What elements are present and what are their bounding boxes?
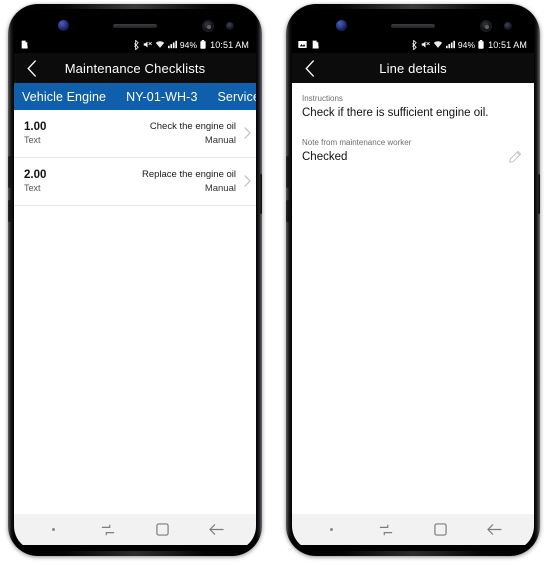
app-bar-left: Maintenance Checklists [14,53,256,83]
recents-icon[interactable] [373,517,399,543]
volume-button-right[interactable] [286,156,289,188]
earpiece-speaker [113,24,157,28]
bixby-button-left[interactable] [8,200,11,222]
proximity-sensor-icon [226,22,234,30]
battery-icon [200,40,206,49]
field-label: Instructions [302,94,343,103]
back-chevron-icon[interactable] [17,53,47,83]
breadcrumb-item-0: Vehicle Engine [22,89,107,104]
phone-screen-left: 94% 10:51 AM Maintenance Checklists Vehi… [14,9,256,551]
chevron-right-icon [244,126,251,141]
bluetooth-icon [411,39,418,50]
page-title: Line details [379,60,447,76]
bluetooth-icon [133,39,140,50]
battery-percent-label: 94% [457,39,476,50]
top-bezel-right [292,9,534,36]
power-button-left[interactable] [259,174,262,214]
image-icon [298,40,307,49]
top-bezel-left [14,9,256,36]
mute-icon [421,40,430,49]
chevron-right-icon [244,174,251,189]
back-arrow-icon[interactable] [204,517,230,543]
signal-icon [167,40,177,49]
row-meta: Manual [204,135,236,146]
row-right-block: Replace the engine oil Manual [46,168,248,195]
phone-left: 94% 10:51 AM Maintenance Checklists Vehi… [8,4,262,556]
home-square-icon[interactable] [149,517,175,543]
screenshot-icon [311,40,320,49]
row-meta: Manual [204,183,236,194]
app-bar-right: Line details [292,53,534,83]
back-arrow-icon[interactable] [482,517,508,543]
status-bar-right: 94% 10:51 AM [292,36,534,53]
row-left-block: 2.00 Text [24,168,46,195]
breadcrumb: Vehicle Engine NY-01-WH-3 Service [14,83,256,110]
mute-icon [143,40,152,49]
iris-sensor-icon [336,20,347,31]
battery-icon [478,40,484,49]
row-number: 2.00 [24,169,47,181]
field-value: Checked [302,151,348,163]
field-label: Note from maintenance worker [302,138,412,147]
field-value: Check if there is sufficient engine oil. [302,107,489,119]
front-camera-icon [480,20,492,32]
phone-right: 94% 10:51 AM Line details Instructions C… [286,4,540,556]
row-number: 1.00 [24,121,47,133]
status-bar-left: 94% 10:51 AM [14,36,256,53]
bixby-button-right[interactable] [286,200,289,222]
pencil-icon[interactable] [508,150,522,164]
screenshot-stage: 94% 10:51 AM Maintenance Checklists Vehi… [0,0,548,565]
row-title: Check the engine oil [149,121,236,132]
battery-percent-label: 94% [179,39,198,50]
proximity-sensor-icon [504,22,512,30]
page-title: Maintenance Checklists [64,60,206,76]
line-details-form: Instructions Check if there is sufficien… [292,83,534,165]
content-left: Vehicle Engine NY-01-WH-3 Service 1.00 T… [14,83,256,514]
clock-label: 10:51 AM [210,39,249,50]
field-note-from-maintenance-worker[interactable]: Note from maintenance worker Checked [302,137,524,165]
bottom-bezel-right [292,545,534,551]
phone-screen-right: 94% 10:51 AM Line details Instructions C… [292,9,534,551]
clock-label: 10:51 AM [488,39,527,50]
earpiece-speaker [391,24,435,28]
recents-icon[interactable] [95,517,121,543]
front-camera-icon [202,20,214,32]
wifi-icon [155,40,165,49]
volume-button-left[interactable] [8,156,11,188]
table-row[interactable]: 2.00 Text Replace the engine oil Manual [14,158,256,206]
content-right: Instructions Check if there is sufficien… [292,83,534,514]
back-chevron-icon[interactable] [295,53,325,83]
wifi-icon [433,40,443,49]
recents-dot-icon[interactable] [318,517,344,543]
row-right-block: Check the engine oil Manual [46,120,248,147]
row-type: Text [24,183,41,193]
screenshot-icon [20,40,29,49]
field-instructions: Instructions Check if there is sufficien… [302,93,524,121]
breadcrumb-item-2: Service [217,89,257,104]
table-row[interactable]: 1.00 Text Check the engine oil Manual [14,110,256,158]
checklist-list: 1.00 Text Check the engine oil Manual 2.… [14,110,256,206]
power-button-right[interactable] [537,174,540,214]
bottom-bezel-left [14,545,256,551]
signal-icon [445,40,455,49]
row-title: Replace the engine oil [141,169,236,180]
row-type: Text [24,135,41,145]
iris-sensor-icon [58,20,69,31]
row-left-block: 1.00 Text [24,120,46,147]
home-square-icon[interactable] [427,517,453,543]
breadcrumb-item-1: NY-01-WH-3 [126,89,198,104]
android-nav-bar-left [14,514,256,545]
recents-dot-icon[interactable] [40,517,66,543]
android-nav-bar-right [292,514,534,545]
